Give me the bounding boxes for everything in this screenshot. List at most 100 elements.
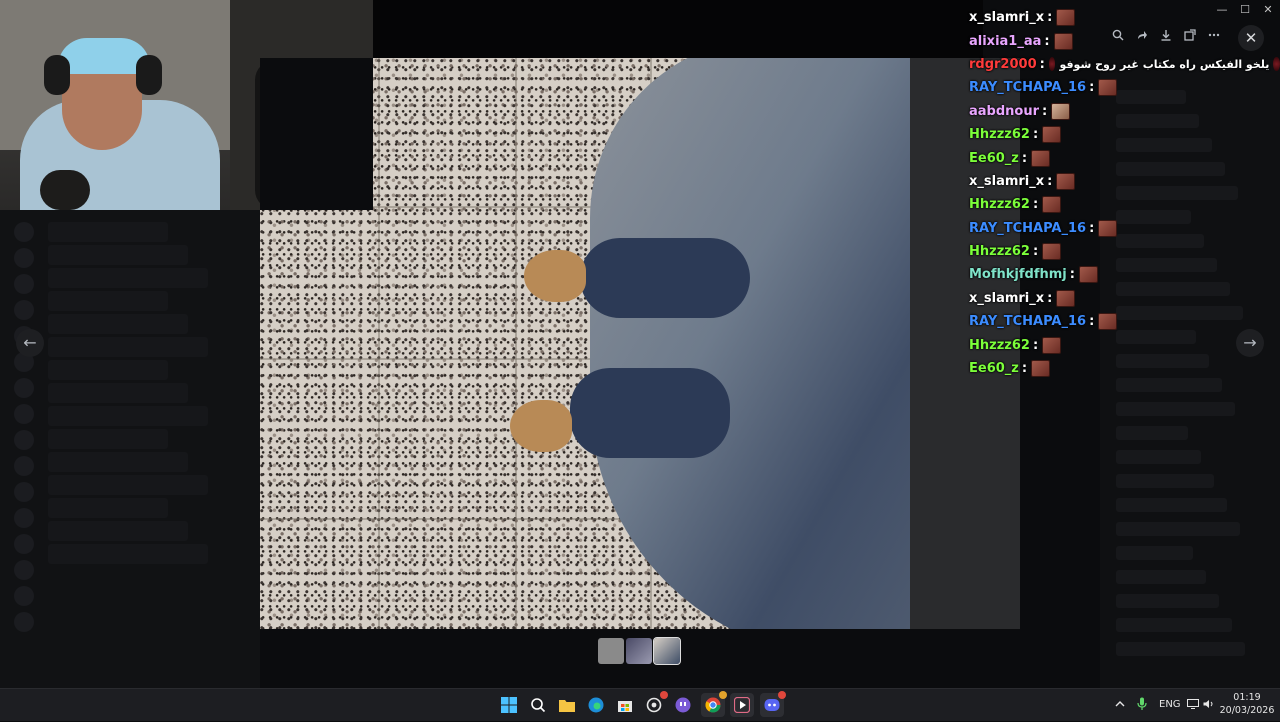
- member-item[interactable]: [1116, 522, 1240, 536]
- server-icon[interactable]: [14, 482, 34, 502]
- channel-item[interactable]: [48, 452, 188, 472]
- chat-username[interactable]: Hhzzz62: [969, 197, 1030, 212]
- channel-item[interactable]: [48, 498, 168, 518]
- channel-item[interactable]: [48, 544, 208, 564]
- chat-emote-icon: [1042, 196, 1062, 214]
- server-icon[interactable]: [14, 534, 34, 554]
- channel-item[interactable]: [48, 429, 168, 449]
- server-icon[interactable]: [14, 300, 34, 320]
- image-thumbnails: [598, 637, 681, 665]
- member-item[interactable]: [1116, 474, 1214, 488]
- server-icon[interactable]: [14, 456, 34, 476]
- headphone-left: [44, 55, 70, 95]
- webcam-microphone: [40, 170, 90, 210]
- chat-username[interactable]: RAY_TCHAPA_16: [969, 221, 1086, 236]
- chat-separator: :: [1032, 127, 1039, 143]
- channel-item[interactable]: [48, 291, 168, 311]
- member-item[interactable]: [1116, 426, 1188, 440]
- chat-username[interactable]: Ee60_z: [969, 361, 1019, 376]
- thumbnail-active[interactable]: [653, 637, 681, 665]
- chat-emote-icon: [1056, 289, 1076, 307]
- channel-item[interactable]: [48, 406, 208, 426]
- chat-separator: :: [1032, 337, 1039, 353]
- channel-item[interactable]: [48, 268, 208, 288]
- chat-emote-icon: [1098, 313, 1118, 331]
- thumbnail[interactable]: [598, 638, 624, 664]
- channel-item[interactable]: [48, 337, 208, 357]
- chat-separator: :: [1021, 361, 1028, 377]
- member-item[interactable]: [1116, 498, 1227, 512]
- chat-username[interactable]: x_slamri_x: [969, 10, 1044, 25]
- channel-item[interactable]: [48, 521, 188, 541]
- media-player-icon[interactable]: [730, 693, 754, 717]
- server-icon[interactable]: [14, 430, 34, 450]
- member-item[interactable]: [1116, 402, 1235, 416]
- tray-overflow-icon[interactable]: [1115, 689, 1125, 721]
- chat-username[interactable]: rdgr2000: [969, 57, 1037, 72]
- chat-message: Ee60_z:: [969, 357, 1280, 380]
- file-explorer-icon[interactable]: [555, 693, 579, 717]
- channel-item[interactable]: [48, 475, 208, 495]
- chat-message: Ee60_z:: [969, 146, 1280, 169]
- chrome-icon[interactable]: [701, 691, 727, 717]
- chat-username[interactable]: aabdnour: [969, 104, 1039, 119]
- channel-item[interactable]: [48, 222, 168, 242]
- start-icon[interactable]: [497, 693, 521, 717]
- notification-badge: [778, 691, 786, 699]
- discord-icon[interactable]: [760, 691, 786, 717]
- member-item[interactable]: [1116, 618, 1232, 632]
- thumbnail[interactable]: [626, 638, 652, 664]
- member-item[interactable]: [1116, 570, 1206, 584]
- chat-separator: :: [1089, 220, 1095, 236]
- tile-grout: [378, 58, 380, 629]
- server-icon[interactable]: [14, 560, 34, 580]
- server-icon[interactable]: [14, 508, 34, 528]
- chat-username[interactable]: RAY_TCHAPA_16: [969, 80, 1086, 95]
- windows-taskbar: ENG 01:19 20/03/2026: [0, 688, 1280, 721]
- chat-separator: :: [1039, 56, 1045, 72]
- server-icon[interactable]: [14, 222, 34, 242]
- previous-image-button[interactable]: ←: [16, 329, 44, 357]
- microphone-icon[interactable]: [1137, 689, 1147, 721]
- chat-username[interactable]: alixia1_aa: [969, 34, 1041, 49]
- channel-item[interactable]: [48, 245, 188, 265]
- chat-username[interactable]: Hhzzz62: [969, 338, 1030, 353]
- member-item[interactable]: [1116, 546, 1193, 560]
- taskbar-clock[interactable]: 01:19 20/03/2026: [1218, 691, 1276, 717]
- language-indicator[interactable]: ENG: [1159, 689, 1181, 721]
- chat-username[interactable]: RAY_TCHAPA_16: [969, 314, 1086, 329]
- twitch-app-icon[interactable]: [671, 693, 695, 717]
- channel-header: [373, 0, 983, 58]
- search-icon[interactable]: [526, 693, 550, 717]
- member-item[interactable]: [1116, 594, 1219, 608]
- chat-username[interactable]: Hhzzz62: [969, 127, 1030, 142]
- chat-username[interactable]: x_slamri_x: [969, 174, 1044, 189]
- store-icon[interactable]: [613, 693, 637, 717]
- server-icon[interactable]: [14, 274, 34, 294]
- channel-item[interactable]: [48, 360, 168, 380]
- volume-icon[interactable]: [1203, 689, 1215, 721]
- channel-item[interactable]: [48, 314, 188, 334]
- chat-message: x_slamri_x:: [969, 287, 1280, 310]
- chat-emote-icon: [1031, 360, 1051, 378]
- channel-item[interactable]: [48, 383, 188, 403]
- chatgpt-icon[interactable]: [642, 691, 668, 717]
- server-icon[interactable]: [14, 586, 34, 606]
- server-icon[interactable]: [14, 404, 34, 424]
- server-icon[interactable]: [14, 378, 34, 398]
- chat-emote-icon: [1042, 126, 1062, 144]
- chat-separator: :: [1047, 10, 1053, 26]
- network-icon[interactable]: [1187, 689, 1199, 721]
- chat-username[interactable]: x_slamri_x: [969, 291, 1044, 306]
- chat-separator: :: [1047, 290, 1053, 306]
- chat-message: RAY_TCHAPA_16:: [969, 310, 1280, 333]
- chat-username[interactable]: Hhzzz62: [969, 244, 1030, 259]
- notification-badge: [719, 691, 727, 699]
- member-item[interactable]: [1116, 450, 1201, 464]
- member-item[interactable]: [1116, 642, 1245, 656]
- server-icon[interactable]: [14, 612, 34, 632]
- edge-icon[interactable]: [584, 693, 608, 717]
- chat-username[interactable]: Mofhkjfdfhmj: [969, 267, 1067, 282]
- chat-username[interactable]: Ee60_z: [969, 151, 1019, 166]
- server-icon[interactable]: [14, 248, 34, 268]
